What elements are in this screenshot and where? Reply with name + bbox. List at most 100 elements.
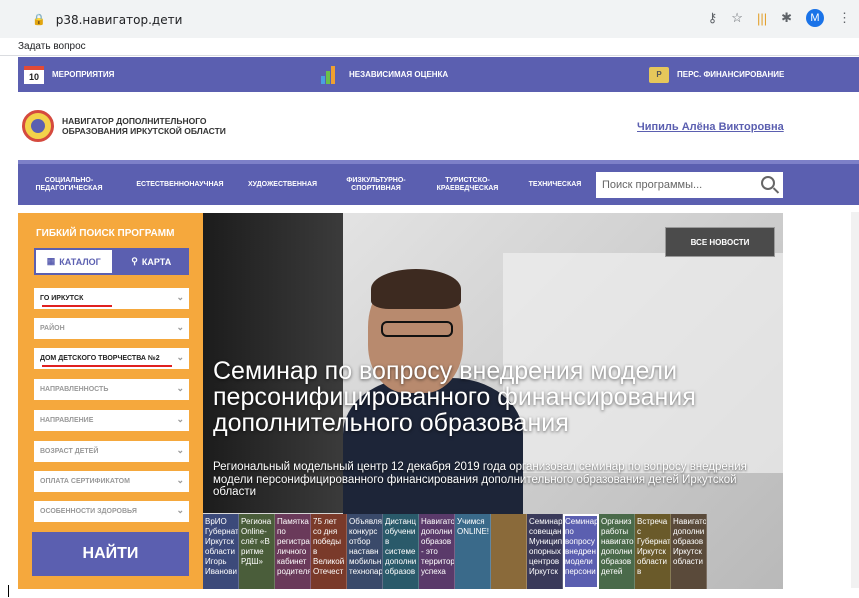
chevron-down-icon: ⌄: [176, 414, 184, 424]
star-icon[interactable]: ☆: [731, 10, 743, 26]
nav-financing[interactable]: P Перс. финансирование: [649, 57, 784, 92]
news-thumbnails: ВрИО Губернат Иркутск области Игорь Иван…: [203, 514, 783, 589]
map-pin-icon: ⚲: [131, 256, 138, 266]
select-value: Дом детского творчества №2: [40, 355, 160, 362]
bookmarks-bar: Задать вопрос: [0, 38, 859, 56]
chevron-down-icon: ⌄: [176, 352, 184, 362]
category-label: Туристско-: [445, 176, 490, 184]
chevron-down-icon: ⌄: [176, 292, 184, 302]
category-label: краеведческая: [436, 184, 499, 192]
more-icon[interactable]: ⋮: [838, 10, 851, 26]
chevron-down-icon: ⌄: [176, 505, 184, 515]
news-thumbnail[interactable]: Организ работы навигато дополни образов …: [599, 514, 635, 589]
chevron-down-icon: ⌄: [176, 322, 184, 332]
select-age[interactable]: Возраст детей ⌄: [34, 441, 189, 462]
tab-map-label: Карта: [141, 256, 172, 267]
nav-events[interactable]: 10 Мероприятия: [24, 57, 114, 92]
chevron-down-icon: ⌄: [176, 445, 184, 455]
select-value: Оплата сертификатом: [40, 478, 130, 485]
program-search[interactable]: Поиск программы...: [596, 172, 783, 198]
category-sport[interactable]: Физкультурно-спортивная: [336, 164, 416, 205]
tab-catalog[interactable]: ▦ Каталог: [34, 248, 114, 275]
category-label: Физкультурно-: [346, 176, 406, 184]
category-label: спортивная: [351, 184, 401, 192]
main-content: Гибкий поиск программ ▦ Каталог ⚲ Карта ГО…: [18, 213, 783, 589]
select-certificate-payment[interactable]: Оплата сертификатом ⌄: [34, 471, 189, 492]
category-label: педагогическая: [35, 184, 103, 192]
nav-assessment-label: Независимая оценка: [349, 70, 449, 79]
puzzle-icon[interactable]: ✱: [781, 10, 792, 26]
org-name[interactable]: Навигатор дополнительного образования Ир…: [62, 116, 262, 136]
filter-title: Гибкий поиск программ: [36, 228, 175, 239]
tab-catalog-label: Каталог: [59, 256, 101, 267]
search-input[interactable]: Поиск программы...: [602, 179, 702, 191]
news-thumbnail[interactable]: Региона Online- слёт «В ритме РДШ»: [239, 514, 275, 589]
news-thumbnail[interactable]: Памятка по регистра личного кабинет роди…: [275, 514, 311, 589]
logo[interactable]: [22, 110, 54, 142]
news-thumbnail[interactable]: Навигато дополни образов Иркутск области: [671, 514, 707, 589]
news-thumbnail[interactable]: ВрИО Губернат Иркутск области Игорь Иван…: [203, 514, 239, 589]
select-value: Направление: [40, 417, 94, 424]
org-name-line2: образования Иркутской области: [62, 126, 226, 136]
user-profile-link[interactable]: Чипиль Алёна Викторовна: [637, 121, 784, 133]
category-label: Техническая: [528, 180, 582, 188]
key-icon[interactable]: ⚷: [708, 10, 718, 26]
view-toggle: ▦ Каталог ⚲ Карта: [34, 248, 189, 275]
news-thumbnail[interactable]: 75 лет со дня победы в Великой Отечест: [311, 514, 347, 589]
photo-person: [381, 321, 453, 337]
nav-events-label: Мероприятия: [52, 70, 115, 79]
news-thumbnail[interactable]: Семинар по вопросу внедрен модели персон…: [563, 514, 599, 589]
photo-person: [371, 269, 461, 309]
select-value: Особенности здоровья: [40, 508, 137, 515]
url-text[interactable]: p38.навигатор.дети: [56, 13, 183, 27]
all-news-button[interactable]: Все новости: [665, 227, 775, 257]
select-direction[interactable]: Направление ⌄: [34, 410, 189, 431]
top-navigation: 10 Мероприятия Независимая оценка P Перс…: [18, 57, 859, 92]
news-thumbnail[interactable]: [491, 514, 527, 589]
news-description: Региональный модельный центр 12 декабря …: [213, 461, 747, 498]
select-district[interactable]: Район ⌄: [34, 318, 189, 339]
nav-financing-label: Перс. финансирование: [677, 70, 785, 79]
bookmark-ask-question[interactable]: Задать вопрос: [18, 41, 86, 52]
address-bar[interactable]: 🔒 p38.навигатор.дети: [8, 7, 708, 32]
scrollbar[interactable]: [851, 212, 859, 588]
news-thumbnail[interactable]: Дистанц обучени в системе дополни образо…: [383, 514, 419, 589]
news-slider[interactable]: Все новости Семинар по вопросу внедрения…: [203, 213, 783, 589]
select-value: Район: [40, 325, 65, 332]
text-cursor: [8, 585, 9, 597]
find-button[interactable]: Найти: [32, 532, 189, 576]
lock-icon[interactable]: 🔒: [32, 13, 46, 26]
bars-icon[interactable]: |||: [757, 11, 767, 26]
nav-assessment[interactable]: Независимая оценка: [321, 57, 448, 92]
money-icon: P: [649, 66, 669, 83]
category-navigation: Социально-педагогическая Естественнонауч…: [18, 160, 859, 205]
org-name-line1: Навигатор дополнительного: [62, 116, 207, 126]
browser-actions: ⚷ ☆ ||| ✱ M ⋮: [708, 9, 851, 27]
chart-icon: [321, 65, 341, 84]
news-thumbnail[interactable]: Навигато дополни образов - это территор …: [419, 514, 455, 589]
tab-map[interactable]: ⚲ Карта: [114, 248, 190, 275]
category-social[interactable]: Социально-педагогическая: [28, 164, 110, 205]
news-thumbnail[interactable]: Семинар совещан Муницип опорных центров …: [527, 514, 563, 589]
browser-toolbar: 🔒 p38.навигатор.дети ⚷ ☆ ||| ✱ M ⋮: [0, 0, 859, 38]
grid-icon: ▦: [46, 256, 56, 266]
category-label: Естественнонаучная: [136, 180, 224, 188]
search-icon[interactable]: [761, 176, 775, 190]
calendar-icon: 10: [24, 65, 44, 84]
category-label: Художественная: [247, 180, 318, 188]
category-technical[interactable]: Техническая: [520, 164, 590, 205]
category-science[interactable]: Естественнонаучная: [130, 164, 230, 205]
news-thumbnail[interactable]: Объявля конкурс отбор наставн мобильн те…: [347, 514, 383, 589]
news-thumbnail[interactable]: Встреча с Губернат Иркутск области в: [635, 514, 671, 589]
red-underline: [42, 365, 172, 367]
category-art[interactable]: Художественная: [240, 164, 325, 205]
select-health-features[interactable]: Особенности здоровья ⌄: [34, 501, 189, 522]
select-value: ГО Иркутск: [40, 295, 84, 302]
avatar[interactable]: M: [806, 9, 824, 27]
news-title[interactable]: Семинар по вопросу внедрения модели перс…: [213, 358, 773, 436]
chevron-down-icon: ⌄: [176, 383, 184, 393]
category-tourism[interactable]: Туристско-краеведческая: [425, 164, 510, 205]
news-thumbnail[interactable]: Учимся ONLINE!: [455, 514, 491, 589]
select-orientation[interactable]: Направленность ⌄: [34, 379, 189, 400]
filter-panel: Гибкий поиск программ ▦ Каталог ⚲ Карта ГО…: [18, 213, 203, 589]
